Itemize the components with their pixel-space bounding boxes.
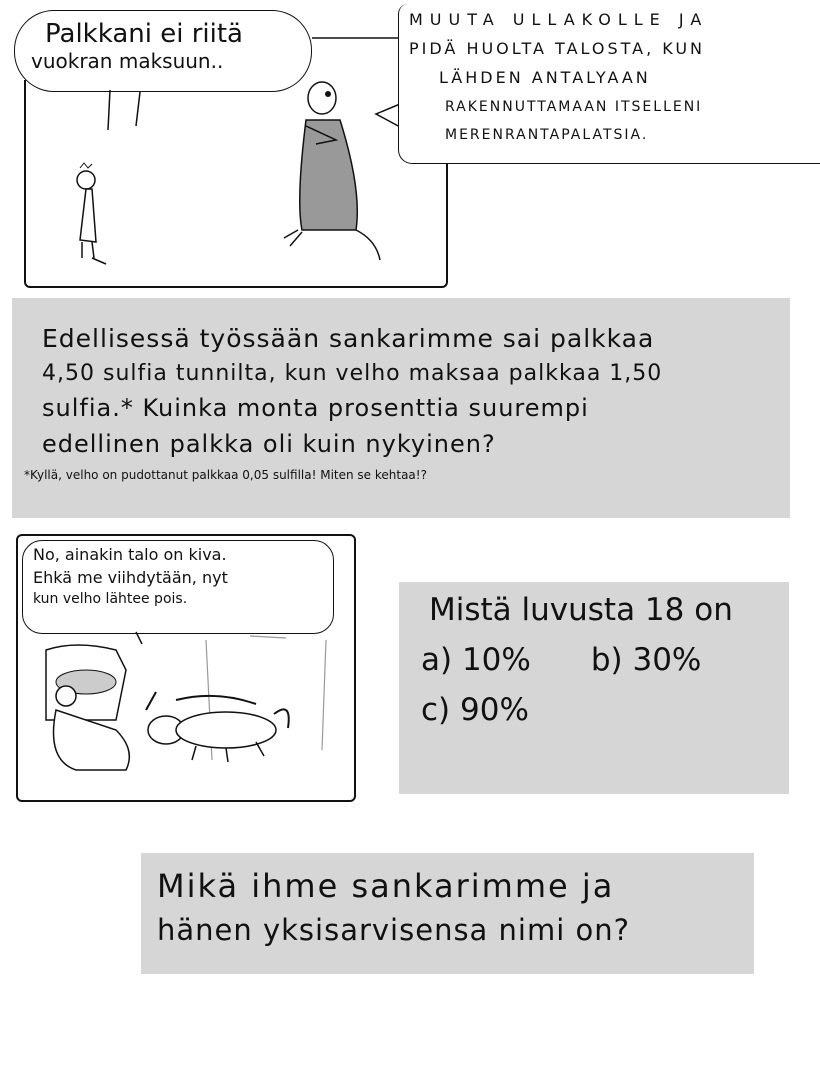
task1-line-1: Edellisessä työssään sankarimme sai palk… [42,324,655,353]
hero-figure-illustration [76,162,107,265]
task1-line-2: 4,50 sulfia tunnilta, kun velho maksaa p… [42,361,663,386]
task1-footnote: *Kyllä, velho on pudottanut palkkaa 0,05… [24,468,427,482]
speech-bubble-bottom: No, ainakin talo on kiva. Ehkä me viihdy… [22,540,334,634]
task3-line-1: Mikä ihme sankarimme ja [157,867,615,905]
bottom-speech-line-3: kun velho lähtee pois. [33,591,188,607]
speech-line-5: MERENRANTAPALATSIA. [445,127,649,143]
bottom-speech-line-1: No, ainakin talo on kiva. [33,545,227,564]
task2-option-a: a) 10% [421,642,531,678]
task-box-3: Mikä ihme sankarimme ja hänen yksisarvis… [141,853,754,974]
speech-line-1: MUUTA ULLAKOLLE JA [409,10,709,29]
task1-line-3: sulfia.* Kuinka monta prosenttia suuremp… [42,394,589,422]
speech-bubble-top: MUUTA ULLAKOLLE JA PIDÄ HUOLTA TALOSTA, … [398,4,820,164]
speech-line-3: LÄHDEN ANTALYAAN [439,68,651,87]
bottom-speech-line-2: Ehkä me viihdytään, nyt [33,568,228,587]
task3-line-2: hänen yksisarvisensa nimi on? [157,913,631,947]
wizard-figure-illustration [283,81,381,261]
task2-option-c: c) 90% [421,692,529,728]
task2-options-row-1: a) 10% b) 30% [421,642,775,678]
speech-line-4: RAKENNUTTAMAAN ITSELLENI [445,99,703,115]
task1-line-4: edellinen palkka oli kuin nykyinen? [42,430,496,458]
bedroom-scene-illustration [45,631,327,771]
task-box-1: Edellisessä työssään sankarimme sai palk… [12,298,790,518]
speech-line-2: PIDÄ HUOLTA TALOSTA, KUN [409,39,706,58]
task2-title: Mistä luvusta 18 on [429,592,733,628]
task-box-2: Mistä luvusta 18 on a) 10% b) 30% c) 90% [399,582,789,794]
task2-option-b: b) 30% [590,642,702,678]
